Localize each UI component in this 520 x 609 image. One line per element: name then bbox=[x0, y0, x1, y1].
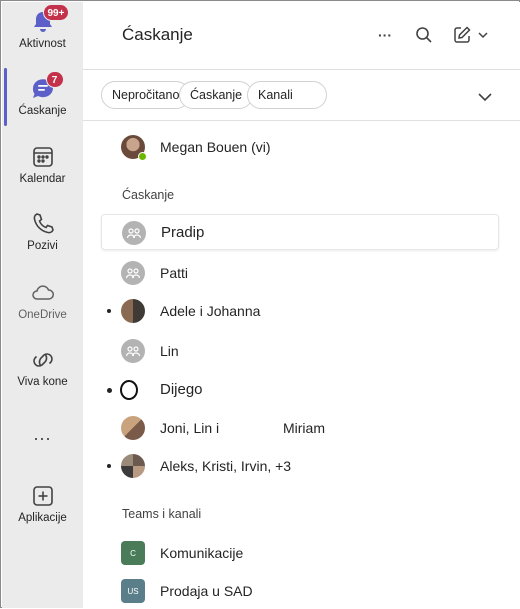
chat-name: Dijego bbox=[160, 381, 203, 398]
unread-indicator bbox=[107, 388, 112, 393]
rail-item-calendar[interactable]: Kalendar bbox=[2, 143, 83, 185]
rail-more-button[interactable]: ... bbox=[2, 424, 83, 445]
filter-bar: Nepročitano Ćaskanje Kanali bbox=[83, 71, 520, 121]
group-icon bbox=[122, 221, 146, 245]
rail-item-onedrive[interactable]: OneDrive bbox=[2, 279, 83, 321]
rail-item-activity[interactable]: 99+ Aktivnost bbox=[2, 4, 83, 50]
unread-indicator bbox=[107, 464, 111, 468]
rail-label-viva: Viva kone bbox=[17, 376, 68, 388]
chat-icon: 7 bbox=[29, 71, 64, 103]
self-name: Megan Bouen (vi) bbox=[160, 139, 271, 155]
chat-row-aleks-kristi-irvin[interactable]: Aleks, Kristi, Irvin, +3 bbox=[101, 448, 499, 484]
rail-item-chat[interactable]: 7 Ćaskanje bbox=[2, 71, 83, 117]
chat-row-pradip[interactable]: Pradip bbox=[101, 214, 499, 250]
chevron-down-icon bbox=[478, 32, 488, 39]
page-title: Ćaskanje bbox=[122, 25, 193, 44]
avatar-placeholder-icon bbox=[120, 380, 138, 400]
chat-name: Patti bbox=[160, 265, 189, 281]
add-app-icon bbox=[29, 482, 57, 510]
section-heading-teams: Teams i kanali bbox=[122, 507, 202, 521]
compose-icon bbox=[454, 26, 471, 43]
rail-item-viva[interactable]: Viva kone bbox=[2, 346, 83, 388]
chat-name: Lin bbox=[160, 343, 179, 359]
more-options-button[interactable]: ··· bbox=[372, 22, 398, 48]
chat-name: Adele i Johanna bbox=[160, 303, 261, 319]
group-photo-avatar bbox=[121, 299, 145, 323]
presence-available-icon bbox=[138, 152, 147, 161]
ellipsis-icon: ··· bbox=[378, 27, 392, 43]
rail-label-chat: Ćaskanje bbox=[18, 105, 67, 117]
cloud-icon bbox=[29, 279, 57, 307]
group-icon bbox=[121, 261, 145, 285]
viva-connections-icon bbox=[29, 346, 57, 374]
rail-label-apps: Aplikacije bbox=[18, 512, 67, 524]
rail-label-calls: Pozivi bbox=[27, 240, 58, 252]
pane-header: Ćaskanje ··· bbox=[83, 2, 520, 70]
filter-unread[interactable]: Nepročitano bbox=[101, 81, 191, 109]
chat-row-dijego[interactable]: Dijego bbox=[101, 372, 499, 408]
unread-indicator bbox=[107, 309, 111, 313]
section-heading-chats: Ćaskanje bbox=[122, 188, 175, 202]
chat-row-adele-johanna[interactable]: Adele i Johanna bbox=[101, 293, 499, 329]
search-icon bbox=[416, 27, 432, 43]
rail-item-calls[interactable]: Pozivi bbox=[2, 210, 83, 252]
search-button[interactable] bbox=[411, 22, 437, 48]
chat-name: Aleks, Kristi, Irvin, +3 bbox=[160, 458, 292, 474]
team-avatar: C bbox=[121, 541, 145, 565]
phone-icon bbox=[29, 210, 57, 238]
bell-icon: 99+ bbox=[29, 4, 70, 36]
filter-channels[interactable]: Kanali bbox=[247, 81, 327, 109]
chat-list-pane: Ćaskanje ··· Nepročitano Ćaskanje Kanali… bbox=[83, 2, 520, 608]
team-name: Komunikacije bbox=[160, 545, 244, 561]
group-photo-avatar bbox=[121, 454, 145, 478]
chat-name-suffix: Miriam bbox=[283, 420, 325, 436]
self-chat-row[interactable]: Megan Bouen (vi) bbox=[101, 129, 499, 165]
more-icon: ... bbox=[33, 424, 52, 444]
chat-row-lin[interactable]: Lin bbox=[101, 333, 499, 369]
team-row-komunikacije[interactable]: C Komunikacije bbox=[101, 535, 499, 571]
calendar-icon bbox=[29, 143, 57, 171]
team-row-prodaja[interactable]: US Prodaja u SAD bbox=[101, 573, 499, 609]
chat-badge: 7 bbox=[45, 71, 64, 88]
team-avatar: US bbox=[121, 579, 145, 603]
chat-row-joni-lin-miriam[interactable]: Joni, Lin i Miriam bbox=[101, 410, 499, 446]
rail-label-calendar: Kalendar bbox=[19, 173, 66, 185]
app-rail: 99+ Aktivnost 7 Ćaskanje Kalendar Pozivi bbox=[2, 2, 83, 608]
rail-label-onedrive: OneDrive bbox=[18, 309, 67, 321]
rail-label-activity: Aktivnost bbox=[19, 38, 66, 50]
chat-name: Pradip bbox=[161, 224, 205, 241]
app-window: 99+ Aktivnost 7 Ćaskanje Kalendar Pozivi bbox=[0, 0, 520, 608]
activity-badge: 99+ bbox=[42, 4, 70, 21]
new-chat-button[interactable] bbox=[449, 22, 493, 48]
filter-chats[interactable]: Ćaskanje bbox=[179, 81, 254, 109]
group-photo-avatar bbox=[121, 416, 145, 440]
filter-expand-chevron-icon[interactable] bbox=[473, 85, 497, 109]
chat-row-patti[interactable]: Patti bbox=[101, 255, 499, 291]
group-icon bbox=[121, 339, 145, 363]
team-name: Prodaja u SAD bbox=[160, 583, 253, 599]
chat-name: Joni, Lin i bbox=[160, 420, 220, 436]
rail-item-apps[interactable]: Aplikacije bbox=[2, 482, 83, 524]
